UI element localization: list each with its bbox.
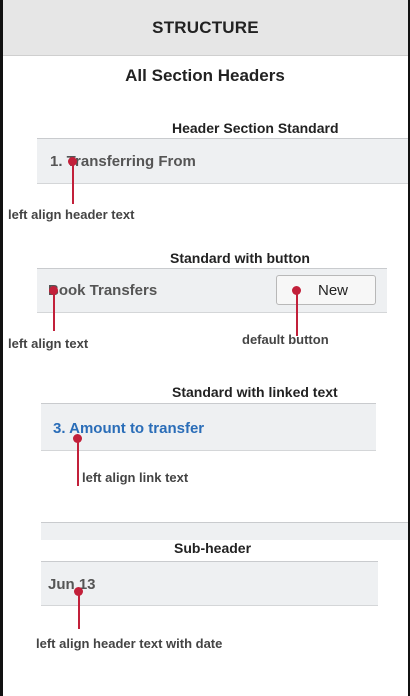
new-button-label: New <box>317 281 348 299</box>
mockup-frame: STRUCTURE All Section Headers Header Sec… <box>0 0 410 696</box>
section-label-subheader: Sub-header <box>174 540 252 556</box>
top-bar-title: STRUCTURE <box>152 17 259 37</box>
annotation-pin-line <box>78 591 80 629</box>
annotation-pin-dot <box>74 587 83 596</box>
frame-edge-left <box>0 0 3 696</box>
annotation-pin-dot <box>73 434 82 443</box>
section-label-linked: Standard with linked text <box>172 384 338 400</box>
section-header-button-text: Book Transfers <box>48 282 158 299</box>
annotation-pin-dot <box>49 286 58 295</box>
annotation-pin-line <box>77 438 79 486</box>
annotation-pin-dot <box>68 157 77 166</box>
annotation-default-button: default button <box>242 332 329 347</box>
sub-header-date-text: Jun 13 <box>48 576 96 593</box>
annotation-pin-line <box>296 290 298 336</box>
annotation-pin-line <box>72 161 74 204</box>
page-title: All Section Headers <box>125 66 285 85</box>
annotation-left-align-text: left align text <box>8 336 89 351</box>
annotation-left-align-header: left align header text <box>8 207 135 222</box>
annotation-pin-dot <box>292 286 301 295</box>
section-label-button: Standard with button <box>170 250 310 266</box>
section-label-standard: Header Section Standard <box>172 120 339 136</box>
top-bar: STRUCTURE <box>3 0 408 56</box>
annotation-pin-line <box>53 290 55 331</box>
new-button[interactable]: New <box>276 275 376 305</box>
annotation-left-align-date: left align header text with date <box>36 636 223 651</box>
sub-header-bar <box>41 522 408 540</box>
annotation-left-align-link: left align link text <box>82 470 189 485</box>
